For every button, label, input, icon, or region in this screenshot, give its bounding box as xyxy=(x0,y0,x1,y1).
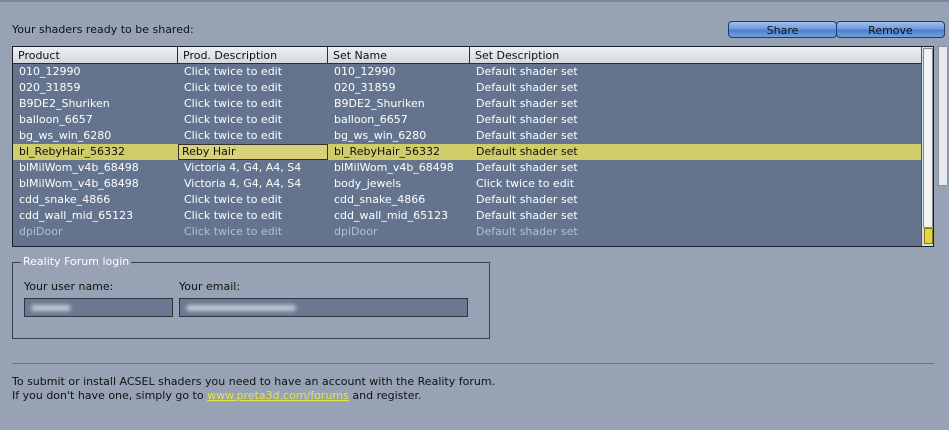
column-header-set-description[interactable]: Set Description xyxy=(470,47,923,64)
table-row[interactable]: 010_12990 Click twice to edit 010_12990 Def… xyxy=(13,64,923,80)
cell-product[interactable]: 010_12990 xyxy=(13,64,178,80)
cell-set-name[interactable]: B9DE2_Shuriken xyxy=(328,96,470,112)
cell-product[interactable]: bl_RebyHair_56332 xyxy=(13,144,178,160)
username-field[interactable] xyxy=(24,298,173,317)
redacted-username xyxy=(31,305,71,311)
info-line-2-suffix: and register. xyxy=(352,389,422,402)
cell-product[interactable]: B9DE2_Shuriken xyxy=(13,96,178,112)
info-line-2-prefix: If you don't have one, simply go to xyxy=(12,389,204,402)
column-header-prod-description[interactable]: Prod. Description xyxy=(178,47,328,64)
cell-product[interactable]: blMilWom_v4b_68498 xyxy=(13,176,178,192)
redacted-email xyxy=(186,305,296,311)
cell-set-name[interactable]: cdd_snake_4866 xyxy=(328,192,470,208)
cell-prod-description[interactable]: Click twice to edit xyxy=(178,208,328,224)
forum-link[interactable]: www.preta3d.com/forums xyxy=(207,389,349,402)
cell-set-description[interactable]: Click twice to edit xyxy=(470,176,923,192)
table-row[interactable]: cdd_snake_4866 Click twice to edit cdd_sna… xyxy=(13,192,923,208)
scroll-grip-icon[interactable] xyxy=(924,228,933,244)
cell-set-description[interactable]: Default shader set xyxy=(470,224,923,240)
cell-set-name[interactable]: blMilWom_v4b_68498 xyxy=(328,160,470,176)
scrollbar-thumb[interactable] xyxy=(923,48,933,228)
cell-set-name[interactable]: balloon_6657 xyxy=(328,112,470,128)
table-row[interactable]: cdd_wall_mid_65123 Click twice to edit cdd… xyxy=(13,208,923,224)
cell-prod-description[interactable]: Click twice to edit xyxy=(178,64,328,80)
cell-set-name[interactable]: body_jewels xyxy=(328,176,470,192)
cell-set-name[interactable]: dpiDoor xyxy=(328,224,470,240)
share-button[interactable]: Share xyxy=(728,21,837,38)
forum-login-group: Reality Forum login Your user name: Your… xyxy=(12,255,490,339)
shaders-table[interactable]: Product Prod. Description Set Name Set D… xyxy=(12,46,934,247)
cell-set-description[interactable]: Default shader set xyxy=(470,144,923,160)
column-header-product[interactable]: Product xyxy=(13,47,178,64)
page-scrollbar[interactable] xyxy=(938,46,948,186)
table-row[interactable]: bl_RebyHair_56332 Reby Hair bl_RebyHair_56… xyxy=(13,144,923,160)
cell-set-name[interactable]: 010_12990 xyxy=(328,64,470,80)
cell-prod-description[interactable]: Click twice to edit xyxy=(178,128,328,144)
cell-prod-description[interactable]: Click twice to edit xyxy=(178,224,328,240)
cell-product[interactable]: bg_ws_win_6280 xyxy=(13,128,178,144)
table-row[interactable]: blMilWom_v4b_68498 Victoria 4, G4, A4, S4… xyxy=(13,160,923,176)
table-row[interactable]: 020_31859 Click twice to edit 020_31859 Def… xyxy=(13,80,923,96)
cell-set-name[interactable]: 020_31859 xyxy=(328,80,470,96)
cell-product[interactable]: blMilWom_v4b_68498 xyxy=(13,160,178,176)
cell-prod-description[interactable]: Click twice to edit xyxy=(178,80,328,96)
cell-prod-description[interactable]: Victoria 4, G4, A4, S4 xyxy=(178,160,328,176)
info-line-1: To submit or install ACSEL shaders you n… xyxy=(12,375,496,388)
cell-set-description[interactable]: Default shader set xyxy=(470,64,923,80)
table-row[interactable]: blMilWom_v4b_68498 Victoria 4, G4, A4, S4… xyxy=(13,176,923,192)
username-label: Your user name: xyxy=(24,280,114,293)
cell-set-description[interactable]: Default shader set xyxy=(470,160,923,176)
cell-product[interactable]: balloon_6657 xyxy=(13,112,178,128)
table-row[interactable]: balloon_6657 Click twice to edit balloon_6… xyxy=(13,112,923,128)
cell-product[interactable]: 020_31859 xyxy=(13,80,178,96)
table-row[interactable]: bg_ws_win_6280 Click twice to edit bg_ws_w… xyxy=(13,128,923,144)
table-header: Product Prod. Description Set Name Set D… xyxy=(13,47,923,64)
cell-set-description[interactable]: Default shader set xyxy=(470,112,923,128)
info-line-2: If you don't have one, simply go to www.… xyxy=(12,389,421,402)
cell-prod-description[interactable]: Click twice to edit xyxy=(178,192,328,208)
cell-edit-field[interactable]: Reby Hair xyxy=(178,144,328,160)
forum-login-legend: Reality Forum login xyxy=(21,255,132,268)
cell-prod-description[interactable]: Click twice to edit xyxy=(178,112,328,128)
cell-set-description[interactable]: Default shader set xyxy=(470,192,923,208)
table-scrollbar[interactable] xyxy=(921,47,933,246)
table-row[interactable]: dpiDoor Click twice to edit dpiDoor Default… xyxy=(13,224,923,240)
cell-product[interactable]: cdd_snake_4866 xyxy=(13,192,178,208)
table-body: 010_12990 Click twice to edit 010_12990 Def… xyxy=(13,64,923,240)
column-header-set-name[interactable]: Set Name xyxy=(328,47,470,64)
email-label: Your email: xyxy=(179,280,241,293)
cell-set-description[interactable]: Default shader set xyxy=(470,128,923,144)
cell-prod-description[interactable]: Click twice to edit xyxy=(178,96,328,112)
cell-product[interactable]: cdd_wall_mid_65123 xyxy=(13,208,178,224)
window-top-edge xyxy=(0,0,949,2)
cell-prod-description[interactable]: Victoria 4, G4, A4, S4 xyxy=(178,176,328,192)
divider xyxy=(12,363,934,364)
cell-set-description[interactable]: Default shader set xyxy=(470,208,923,224)
table-row[interactable]: B9DE2_Shuriken Click twice to edit B9DE2_S… xyxy=(13,96,923,112)
cell-set-name[interactable]: bl_RebyHair_56332 xyxy=(328,144,470,160)
remove-button[interactable]: Remove xyxy=(836,21,945,38)
cell-set-name[interactable]: bg_ws_win_6280 xyxy=(328,128,470,144)
email-field[interactable] xyxy=(179,298,468,317)
shaders-heading: Your shaders ready to be shared: xyxy=(12,23,194,36)
cell-set-description[interactable]: Default shader set xyxy=(470,80,923,96)
cell-set-name[interactable]: cdd_wall_mid_65123 xyxy=(328,208,470,224)
cell-set-description[interactable]: Default shader set xyxy=(470,96,923,112)
cell-product[interactable]: dpiDoor xyxy=(13,224,178,240)
